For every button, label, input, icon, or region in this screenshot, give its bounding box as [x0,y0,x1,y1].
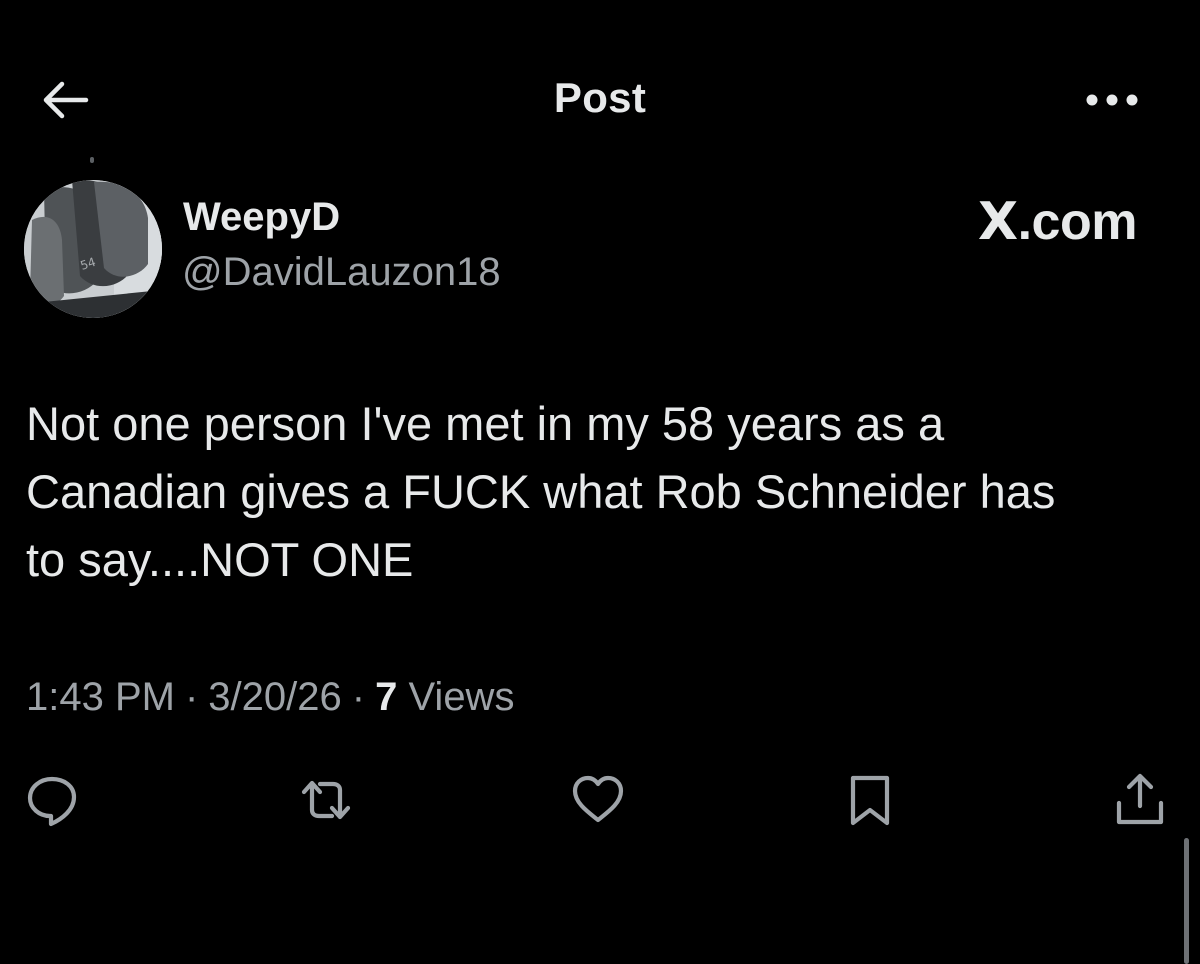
more-horizontal-icon [1086,94,1138,106]
heart-icon [572,775,624,823]
post-meta: 1:43 PM · 3/20/26 · 7 Views [26,675,514,720]
thread-line-stub [90,157,94,163]
post-text: Not one person I've met in my 58 years a… [26,397,1056,586]
bookmark-button[interactable] [840,770,900,830]
x-com-watermark: X.com [978,192,1137,252]
more-options-button[interactable] [1080,80,1144,120]
bookmark-icon [850,775,890,826]
reply-icon [27,776,77,827]
scrollbar[interactable] [1184,838,1189,964]
golf-wedges-avatar: 54 [24,180,162,318]
post-time[interactable]: 1:43 PM [26,675,175,719]
author-handle[interactable]: @DavidLauzon18 [182,250,501,295]
repost-button[interactable] [296,770,356,830]
like-button[interactable] [568,770,628,830]
meta-separator: · [184,675,199,719]
views-label: Views [408,675,515,719]
author-display-name[interactable]: WeepyD [183,195,340,240]
share-button[interactable] [1110,770,1170,830]
views-count: 7 [375,675,398,719]
post-date[interactable]: 3/20/26 [208,675,341,719]
x-logo-icon: X [978,192,1018,252]
share-icon [1116,773,1164,825]
repost-icon [301,780,351,820]
meta-separator: · [351,675,366,719]
watermark-domain: .com [1017,193,1138,251]
reply-button[interactable] [22,770,82,830]
avatar[interactable]: 54 [24,180,162,318]
page-title: Post [553,74,647,121]
